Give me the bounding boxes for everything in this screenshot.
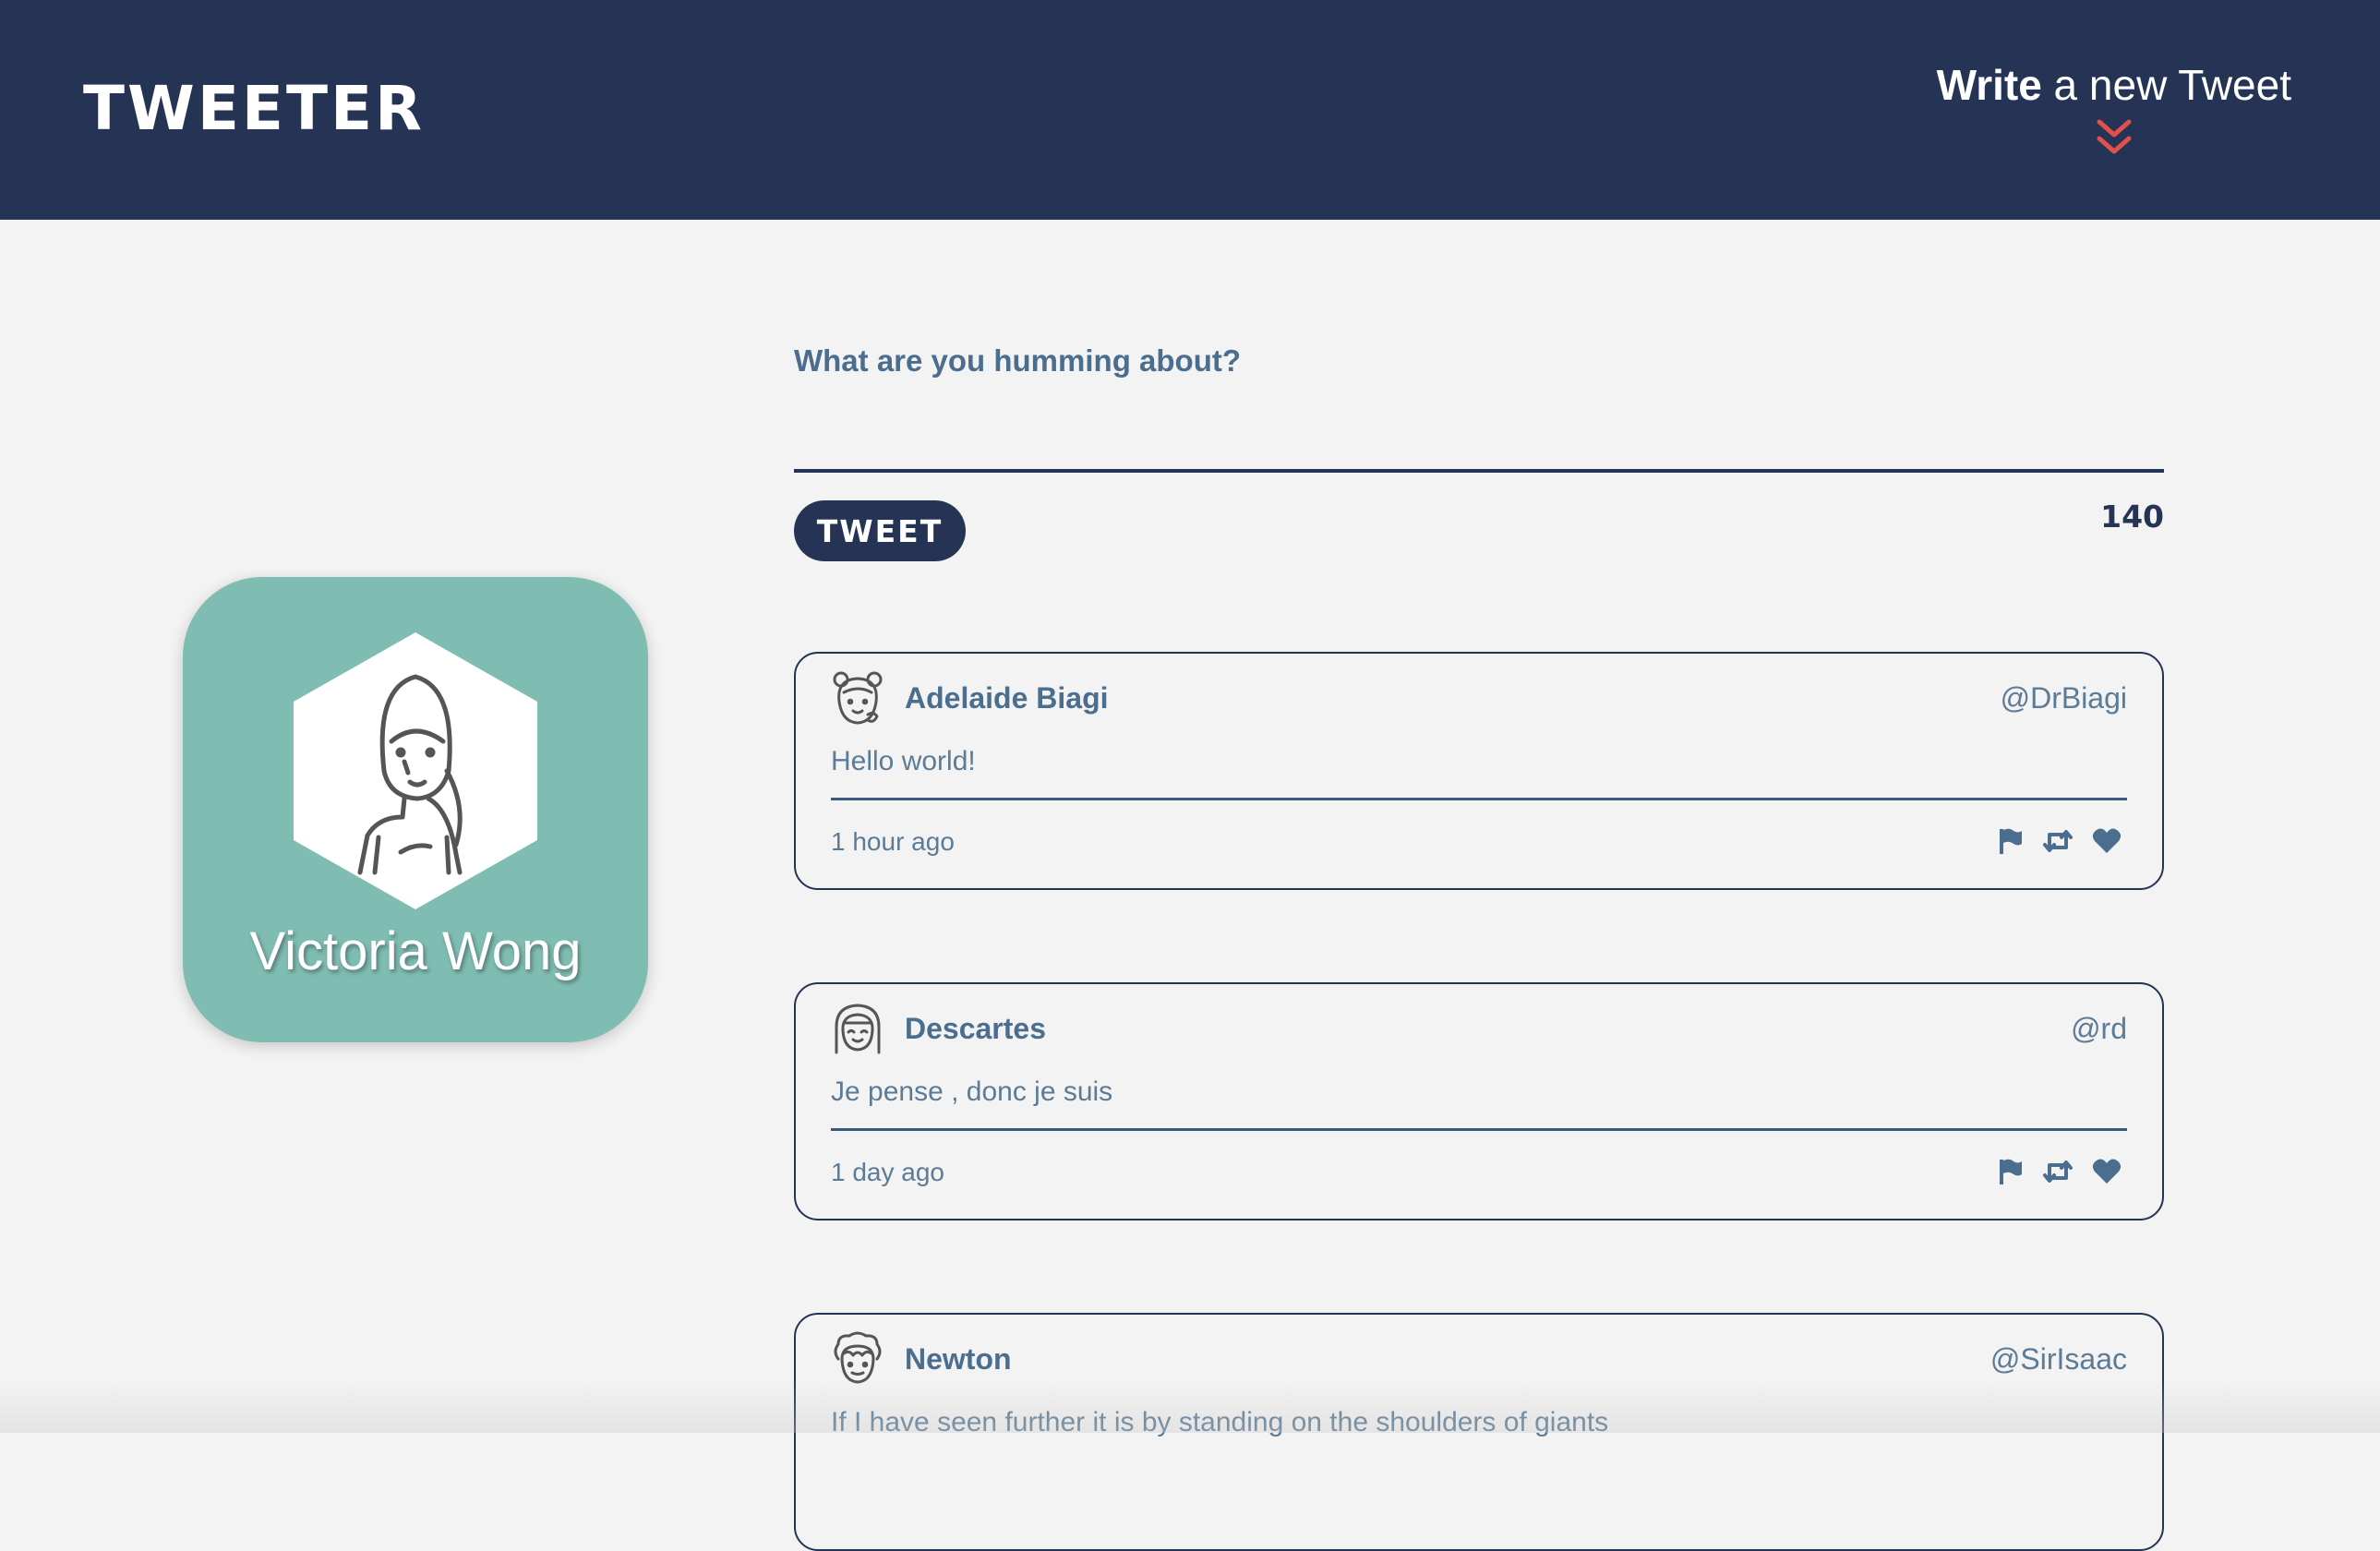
- tweet-author-handle[interactable]: @SirIsaac: [1990, 1342, 2127, 1377]
- tweet-card: Descartes @rd Je pense , donc je suis 1 …: [794, 982, 2164, 1220]
- tweet-timestamp: 1 day ago: [831, 1158, 944, 1186]
- write-rest-label: a new Tweet: [2041, 61, 2291, 109]
- app-logo[interactable]: TWEETER: [83, 72, 425, 146]
- top-nav: TWEETER Write a new Tweet: [0, 0, 2380, 220]
- heart-icon[interactable]: [2092, 1158, 2122, 1185]
- write-new-tweet-toggle[interactable]: Write a new Tweet: [1937, 54, 2291, 159]
- double-chevron-down-icon[interactable]: [2096, 118, 2133, 159]
- write-new-tweet-label: Write a new Tweet: [1937, 54, 2291, 116]
- retweet-icon[interactable]: [2042, 1158, 2073, 1185]
- tweet-author-name[interactable]: Descartes: [905, 1012, 1046, 1046]
- flag-icon[interactable]: [1996, 827, 2024, 855]
- tweet-text: Hello world!: [831, 746, 976, 776]
- tweet-author-handle[interactable]: @rd: [2071, 1012, 2127, 1046]
- tweet-divider: [831, 1128, 2127, 1131]
- bob-hair-avatar-icon: [835, 1004, 881, 1054]
- heart-icon[interactable]: [2092, 827, 2122, 855]
- tweet-divider: [831, 798, 2127, 800]
- scroll-fade: [0, 1377, 2380, 1433]
- tweet-author-handle[interactable]: @DrBiagi: [2001, 681, 2127, 715]
- retweet-icon[interactable]: [2042, 827, 2073, 855]
- tweet-author-name[interactable]: Adelaide Biagi: [905, 681, 1109, 715]
- tweet-actions: [1977, 1158, 2122, 1185]
- tweet-input-prompt[interactable]: What are you humming about?: [794, 343, 1241, 379]
- tweet-submit-button[interactable]: TWEET: [794, 500, 966, 561]
- profile-name: Victoria Wong: [249, 921, 582, 981]
- tweet-input-underline[interactable]: [794, 469, 2164, 473]
- profile-card: Victoria Wong: [183, 577, 648, 1042]
- write-bold-label: Write: [1936, 61, 2042, 109]
- tweet-text: Je pense , donc je suis: [831, 1076, 1113, 1107]
- tweet-card: Adelaide Biagi @DrBiagi Hello world! 1 h…: [794, 652, 2164, 890]
- tweet-actions: [1977, 827, 2122, 855]
- flag-icon[interactable]: [1996, 1158, 2024, 1185]
- tweet-timestamp: 1 hour ago: [831, 827, 955, 856]
- woman-avatar-icon: [294, 632, 537, 909]
- girl-buns-avatar-icon: [833, 671, 883, 725]
- character-counter: 140: [2100, 499, 2164, 535]
- tweet-author-name[interactable]: Newton: [905, 1342, 1012, 1377]
